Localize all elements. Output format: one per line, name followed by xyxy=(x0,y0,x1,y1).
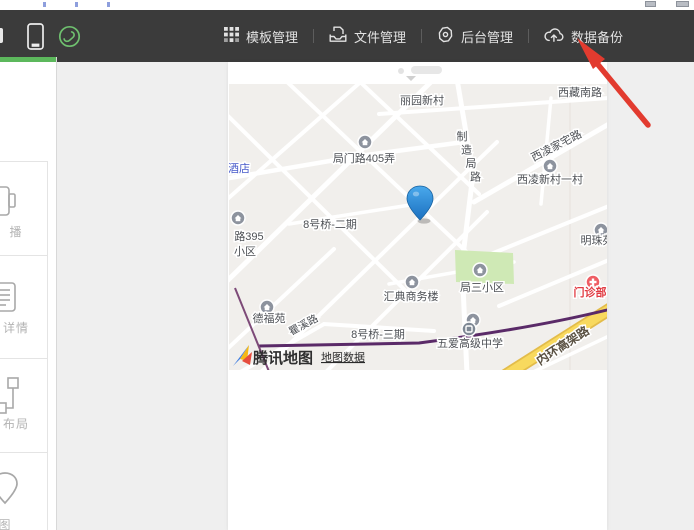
map-pin-outline-icon xyxy=(0,471,21,514)
map-label: 制 xyxy=(457,130,468,143)
sidebar-accent-bar xyxy=(0,57,57,62)
map-label: 局三小区 xyxy=(460,281,504,294)
carousel-icon xyxy=(0,186,18,223)
map-poi-house-icon xyxy=(260,300,274,314)
menu-item-backup[interactable]: 数据备份 xyxy=(544,27,623,46)
map-data-link[interactable]: 地图数据 xyxy=(321,350,365,364)
map-label: 西藏南路 xyxy=(558,86,602,99)
menu-label: 文件管理 xyxy=(354,27,406,46)
map-label: 路395 xyxy=(234,230,263,243)
map-component[interactable]: 丽园新村西藏南路制造局路西凌家宅路西凌新村一村局门路405弄酒店8号桥-二期路3… xyxy=(229,84,607,370)
sidebar-item-layout[interactable]: 布局 xyxy=(0,358,48,452)
map-poi-house-icon xyxy=(405,275,419,289)
map-label: 明珠苑 xyxy=(581,233,608,247)
sidebar-item-label: 详情 xyxy=(0,319,40,336)
sidebar-item-label: 图 xyxy=(0,516,29,530)
menu-item-template[interactable]: 模板管理 xyxy=(224,27,298,46)
phone-preview-icon[interactable] xyxy=(27,23,44,55)
strip-artifact xyxy=(75,2,78,7)
grid-icon xyxy=(224,27,239,45)
detail-page-icon xyxy=(0,282,21,319)
toolbar-menu: 模板管理 文件管理 后台管理 xyxy=(224,10,623,62)
map-poi-metro-icon xyxy=(462,322,476,336)
map-label: 局 xyxy=(466,157,477,170)
map-label: 五爱高级中学 xyxy=(437,336,503,350)
cloud-upload-icon xyxy=(544,27,564,45)
menu-separator xyxy=(421,29,422,43)
sidebar-item-label: 布局 xyxy=(0,415,40,432)
link-circle-icon[interactable] xyxy=(58,25,81,53)
strip-artifact xyxy=(43,2,46,7)
layout-nodes-icon xyxy=(0,377,24,420)
map-label: 8号桥-三期 xyxy=(351,328,405,341)
menu-label: 数据备份 xyxy=(571,27,623,46)
strip-artifact xyxy=(645,1,656,7)
menu-separator xyxy=(528,29,529,43)
map-label: 德福苑 xyxy=(253,311,286,325)
map-label: 酒店 xyxy=(229,161,250,175)
strip-artifact xyxy=(676,1,689,7)
sidebar-item-label: 播 xyxy=(0,223,40,240)
map-label: 路 xyxy=(470,171,481,184)
menu-item-files[interactable]: 文件管理 xyxy=(329,26,406,46)
map-label: 造 xyxy=(461,143,472,157)
sidebar-item-carousel[interactable]: 播 xyxy=(0,161,48,255)
menu-item-backend[interactable]: 后台管理 xyxy=(437,26,513,46)
sidebar-item-map[interactable]: 图 xyxy=(0,452,48,530)
file-tray-icon xyxy=(329,26,347,46)
browser-edge-strip xyxy=(0,0,694,10)
map-poi-house-icon xyxy=(473,263,487,277)
menu-label: 模板管理 xyxy=(246,27,298,46)
collapse-caret-icon xyxy=(406,76,416,81)
gear-icon xyxy=(437,26,454,46)
map-poi-house-icon xyxy=(358,135,372,149)
menu-label: 后台管理 xyxy=(461,27,513,46)
map-label: 门诊部 xyxy=(574,285,607,299)
tencent-map[interactable]: 丽园新村西藏南路制造局路西凌家宅路西凌新村一村局门路405弄酒店8号桥-二期路3… xyxy=(229,84,607,370)
phone-speaker-pill xyxy=(411,66,442,74)
component-sidebar: 播 详情 布局 图 xyxy=(0,57,57,530)
map-label: 西凌新村一村 xyxy=(517,172,583,186)
map-label: 汇典商务楼 xyxy=(384,289,439,303)
phone-camera-dot xyxy=(398,68,404,74)
map-label: 丽园新村 xyxy=(400,93,444,107)
phone-preview-canvas: 丽园新村西藏南路制造局路西凌家宅路西凌新村一村局门路405弄酒店8号桥-二期路3… xyxy=(228,62,607,530)
strip-artifact xyxy=(107,2,110,7)
map-label: 小区 xyxy=(234,245,256,258)
sidebar-item-detail[interactable]: 详情 xyxy=(0,255,48,358)
top-toolbar: 模板管理 文件管理 后台管理 xyxy=(0,10,694,62)
cut-monitor-icon[interactable] xyxy=(0,28,3,43)
map-label: 局门路405弄 xyxy=(333,151,395,165)
map-poi-house-icon xyxy=(231,211,245,225)
menu-separator xyxy=(313,29,314,43)
map-label: 8号桥-二期 xyxy=(303,218,357,231)
map-brand-text: 腾讯地图 xyxy=(252,349,313,367)
map-poi-house-icon xyxy=(543,159,557,173)
